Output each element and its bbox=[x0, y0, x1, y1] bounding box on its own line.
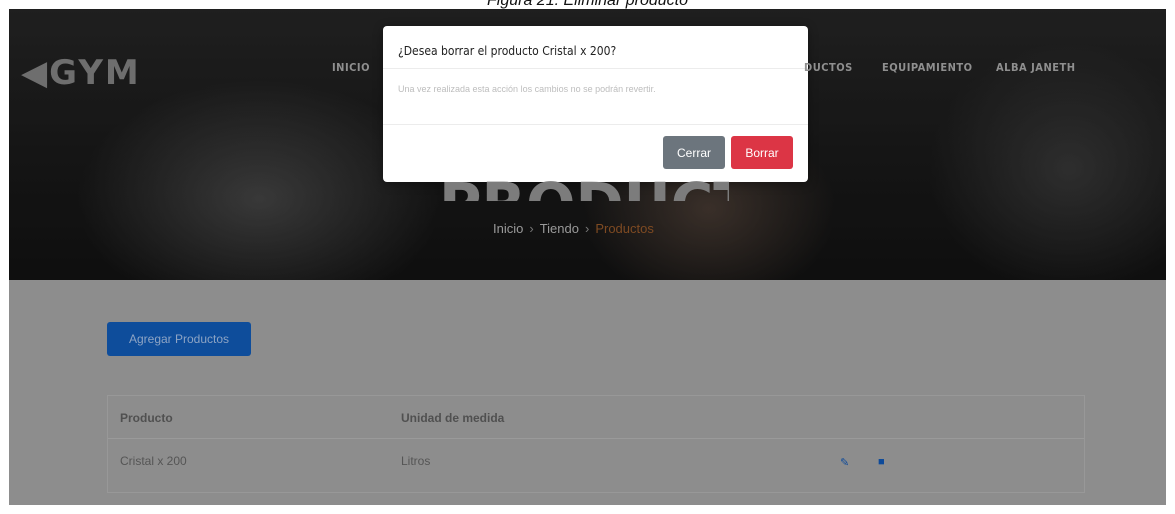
nav-item-productos[interactable]: DUCTOS bbox=[804, 61, 853, 74]
page-title: PRODUCTOS bbox=[439, 149, 729, 201]
nav-label: ALBA JANETH bbox=[996, 61, 1076, 74]
breadcrumb-inicio[interactable]: Inicio bbox=[493, 221, 523, 236]
table-header-row: Producto Unidad de medida bbox=[108, 396, 1084, 439]
modal-divider bbox=[383, 124, 808, 125]
delete-button[interactable]: Borrar bbox=[731, 136, 793, 169]
breadcrumb-current: Productos bbox=[595, 221, 654, 236]
cell-unit: Litros bbox=[401, 454, 431, 468]
nav-label: INICIO bbox=[332, 61, 370, 74]
add-products-button[interactable]: Agregar Productos bbox=[107, 322, 251, 356]
cell-product: Cristal x 200 bbox=[120, 454, 187, 468]
app-page: ◀GYM INICIO DUCTOS EQUIPAMIENTO ALBA JAN… bbox=[9, 9, 1166, 505]
header-unit: Unidad de medida bbox=[401, 411, 505, 425]
breadcrumb: Inicio › Tiendo › Productos bbox=[493, 221, 654, 236]
table-row: Cristal x 200 Litros bbox=[108, 439, 1084, 492]
nav-label: EQUIPAMIENTO bbox=[882, 61, 973, 74]
modal-divider bbox=[383, 68, 808, 69]
breadcrumb-separator: › bbox=[529, 221, 534, 236]
breadcrumb-separator: › bbox=[584, 221, 590, 236]
figure-caption: Figura 21. Eliminar producto bbox=[0, 0, 1175, 9]
nav-label: DUCTOS bbox=[804, 61, 853, 74]
pencil-icon[interactable]: ✎ bbox=[840, 456, 849, 469]
modal-message: Una vez realizada esta acción los cambio… bbox=[398, 84, 656, 94]
nav-item-equipamiento[interactable]: EQUIPAMIENTO bbox=[882, 61, 973, 74]
modal-title: ¿Desea borrar el producto Cristal x 200? bbox=[398, 44, 617, 58]
trash-icon[interactable]: ■ bbox=[878, 456, 885, 468]
products-table: Producto Unidad de medida Cristal x 200 … bbox=[107, 395, 1085, 493]
nav-item-user[interactable]: ALBA JANETH bbox=[996, 61, 1076, 74]
breadcrumb-tienda[interactable]: Tiendo bbox=[540, 221, 579, 236]
header-product: Producto bbox=[120, 411, 173, 425]
logo-text: GYM bbox=[49, 53, 141, 93]
caption-text: Figura 21. Eliminar producto bbox=[487, 0, 688, 9]
nav-item-inicio[interactable]: INICIO bbox=[332, 61, 370, 74]
logo-mark-icon: ◀ bbox=[21, 53, 50, 93]
logo[interactable]: ◀GYM bbox=[21, 53, 141, 93]
